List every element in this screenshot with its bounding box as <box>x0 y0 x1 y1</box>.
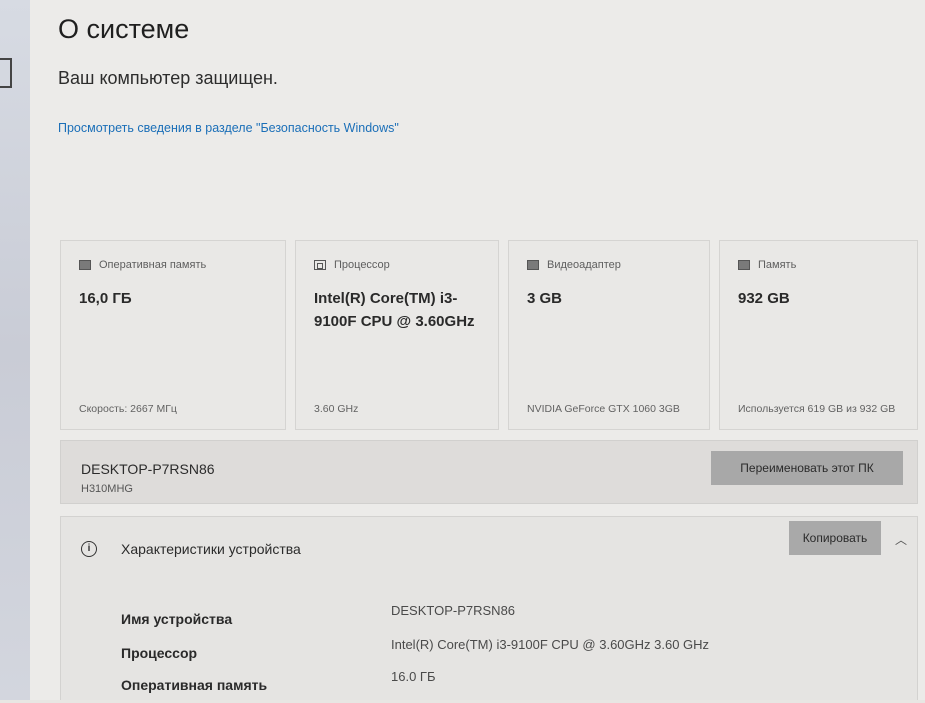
spec-value: DESKTOP-P7RSN86 <box>391 603 516 618</box>
device-specs-section: i Характеристики устройства Копировать ︿… <box>60 516 918 700</box>
specs-header[interactable]: i Характеристики устройства Копировать ︿ <box>61 517 917 583</box>
chevron-up-icon[interactable]: ︿ <box>895 531 907 547</box>
storage-card: Память 932 GB Используется 619 GB из 932… <box>719 240 918 430</box>
card-value: 16,0 ГБ <box>79 290 132 307</box>
protection-status: Ваш компьютер защищен. <box>58 68 278 88</box>
nav-item-indicator[interactable] <box>0 58 12 88</box>
card-sub: NVIDIA GeForce GTX 1060 3GB <box>527 403 680 415</box>
windows-security-link[interactable]: Просмотреть сведения в разделе "Безопасн… <box>58 120 418 136</box>
card-sub: Используется 619 GB из 932 GB <box>738 403 896 415</box>
spec-row: Имя устройства DESKTOP-P7RSN86 <box>121 603 881 637</box>
gpu-icon <box>527 260 539 270</box>
rename-pc-button[interactable]: Переименовать этот ПК <box>711 451 903 485</box>
ram-icon <box>79 260 91 270</box>
spec-value: 16.0 ГБ <box>391 669 436 684</box>
spec-row: Оперативная память 16.0 ГБ <box>121 669 881 703</box>
card-label: Память <box>758 259 797 271</box>
cpu-icon <box>314 260 326 270</box>
card-value: 932 GB <box>738 290 790 307</box>
info-icon: i <box>81 541 97 557</box>
cpu-card: Процессор Intel(R) Core(TM) i3-9100F CPU… <box>295 240 499 430</box>
spec-value: Intel(R) Core(TM) i3-9100F CPU @ 3.60GHz… <box>391 637 710 652</box>
about-page: О системе Ваш компьютер защищен. Просмот… <box>30 0 925 700</box>
storage-icon <box>738 260 750 270</box>
card-label: Видеоадаптер <box>547 259 621 271</box>
device-name-bar: DESKTOP-P7RSN86 H310MHG Переименовать эт… <box>60 440 918 504</box>
page-title: О системе <box>58 14 190 44</box>
card-label: Оперативная память <box>99 259 207 271</box>
card-sub: 3.60 GHz <box>314 403 359 415</box>
gpu-card: Видеоадаптер 3 GB NVIDIA GeForce GTX 106… <box>508 240 710 430</box>
card-sub: Скорость: 2667 МГц <box>79 403 177 415</box>
copy-button[interactable]: Копировать <box>789 521 881 555</box>
specs-title: Характеристики устройства <box>121 541 301 557</box>
device-model: H310MHG <box>81 483 133 495</box>
device-name: DESKTOP-P7RSN86 <box>81 461 215 477</box>
card-value: Intel(R) Core(TM) i3-9100F CPU @ 3.60GHz <box>314 290 475 330</box>
spec-label: Оперативная память <box>121 677 268 693</box>
ram-card: Оперативная память 16,0 ГБ Скорость: 266… <box>60 240 286 430</box>
spec-label: Процессор <box>121 645 198 661</box>
settings-nav-strip <box>0 0 31 700</box>
card-value: 3 GB <box>527 290 563 307</box>
spec-row: Процессор Intel(R) Core(TM) i3-9100F CPU… <box>121 637 881 671</box>
spec-label: Имя устройства <box>121 611 233 627</box>
card-label: Процессор <box>334 259 390 271</box>
